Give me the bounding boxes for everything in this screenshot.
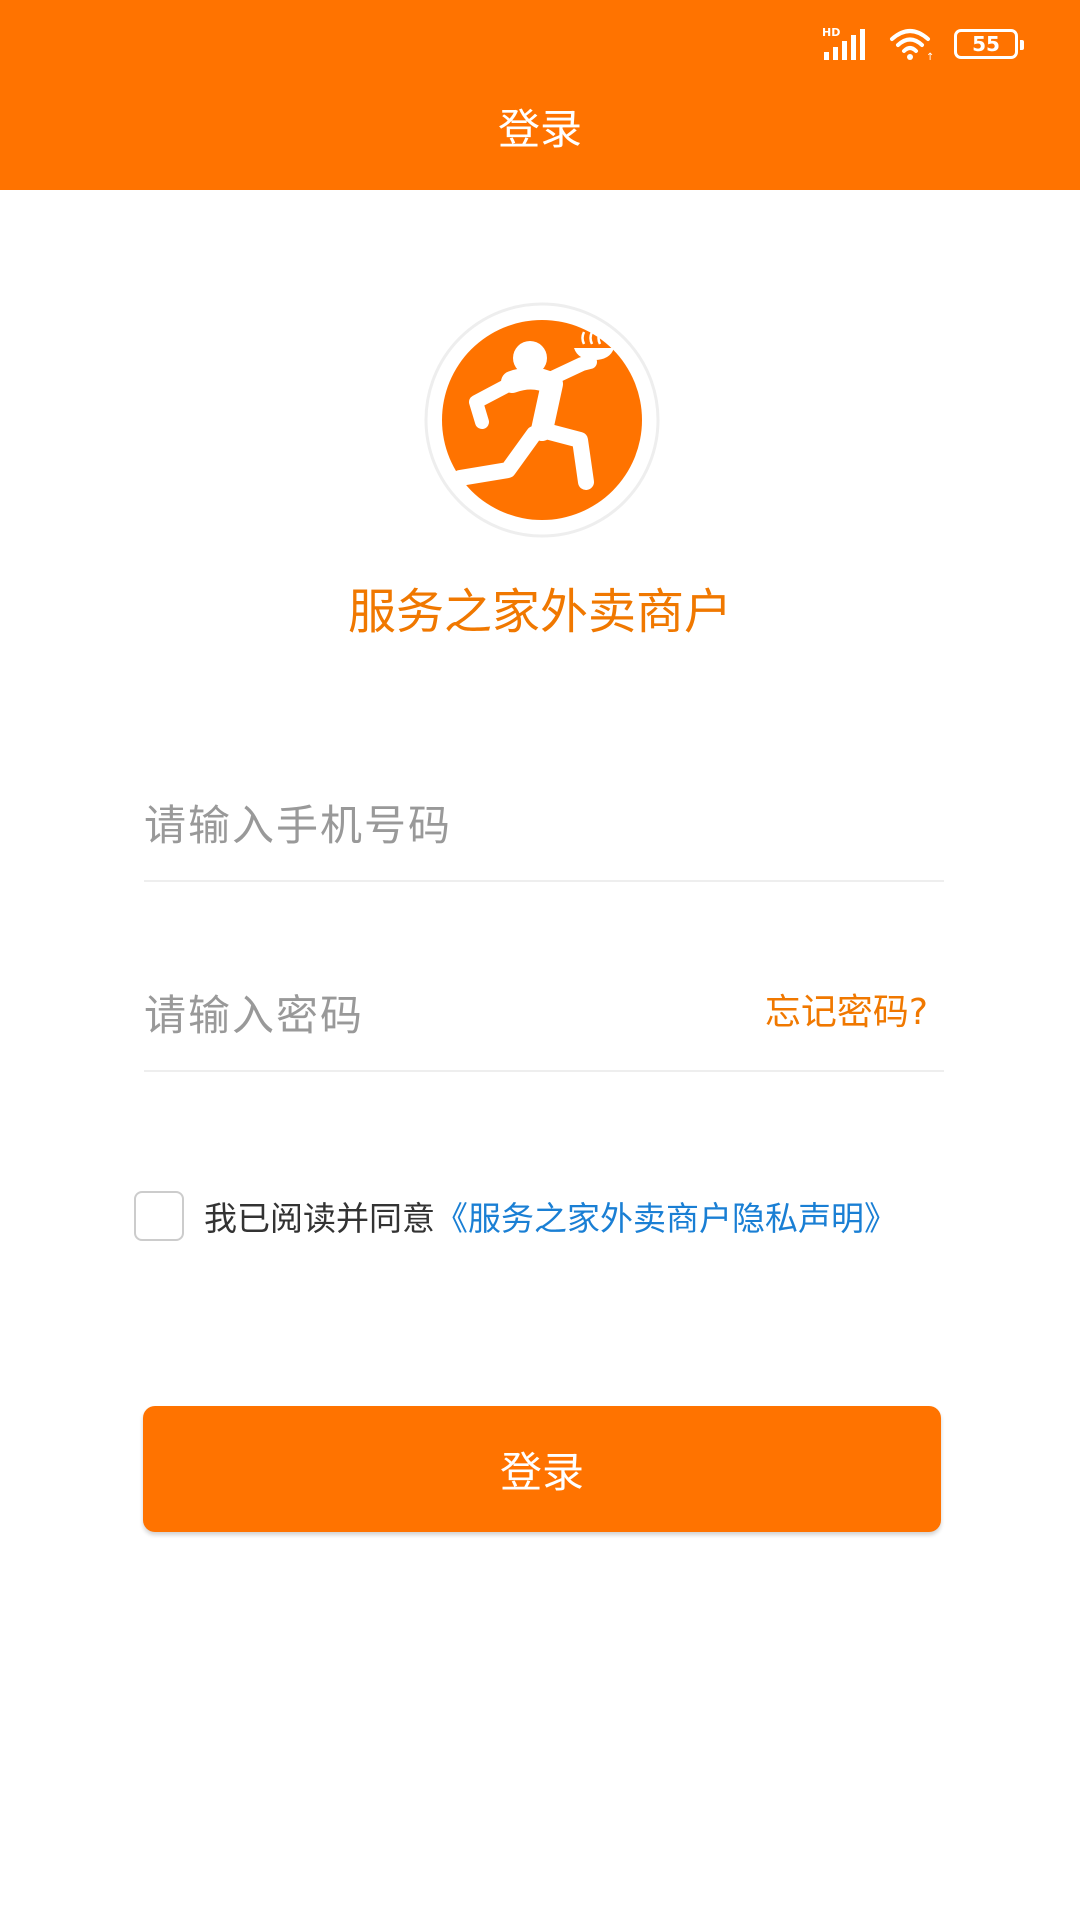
- privacy-agreement: 我已阅读并同意 《服务之家外卖商户隐私声明》: [134, 1188, 954, 1244]
- signal-icon: HD: [822, 26, 865, 60]
- phone-field-row: [144, 770, 944, 882]
- app-header: HD ↑ 55 登录: [0, 0, 1080, 190]
- battery-icon: 55: [954, 29, 1024, 59]
- svg-text:↑: ↑: [926, 52, 934, 62]
- status-bar: HD ↑ 55: [820, 24, 1024, 64]
- page-title: 登录: [497, 105, 582, 154]
- wifi-icon: ↑: [890, 29, 934, 62]
- agree-text: 我已阅读并同意: [204, 1199, 435, 1238]
- agree-checkbox[interactable]: [134, 1191, 184, 1241]
- forgot-password-link[interactable]: 忘记密码?: [765, 988, 928, 1038]
- network-type-label: HD: [822, 26, 840, 39]
- password-field-row: 忘记密码?: [144, 960, 944, 1072]
- login-button[interactable]: 登录: [143, 1406, 941, 1532]
- privacy-policy-link[interactable]: 《服务之家外卖商户隐私声明》: [435, 1192, 897, 1240]
- phone-input[interactable]: [144, 770, 704, 880]
- running-delivery-person-logo: [424, 302, 660, 538]
- password-input[interactable]: [144, 960, 704, 1070]
- brand-name: 服务之家外卖商户: [347, 584, 732, 640]
- battery-level: 55: [972, 32, 1000, 56]
